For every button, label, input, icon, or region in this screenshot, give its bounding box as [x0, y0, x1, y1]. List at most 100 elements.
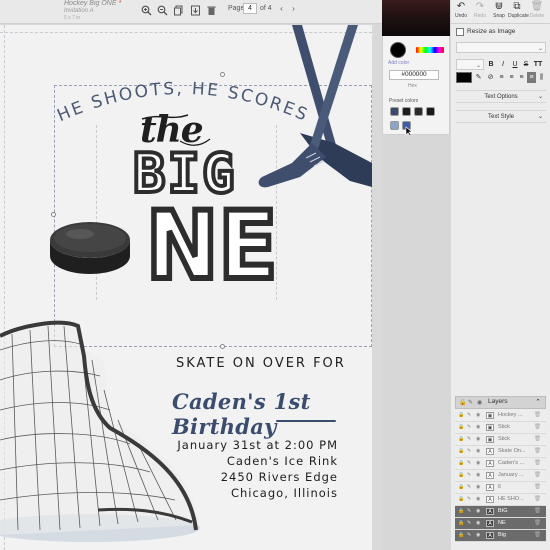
edit-icon[interactable]: ✎: [467, 412, 471, 419]
trash-icon[interactable]: 🗑: [534, 532, 541, 539]
add-color-link[interactable]: Add color: [388, 60, 409, 66]
edit-icon[interactable]: ✎: [467, 472, 471, 479]
text-color-swatch[interactable]: [456, 72, 472, 83]
eye-icon[interactable]: ◉: [476, 424, 480, 431]
layer-row[interactable]: 🔒 ✎ ◉ A 6 🗑: [455, 482, 546, 494]
trash-icon[interactable]: 🗑: [534, 520, 541, 527]
eyedropper-icon[interactable]: ✎: [474, 72, 483, 83]
invitation-card[interactable]: HE SHOOTS, HE SCORES the BIG NE SKATE ON…: [0, 25, 372, 550]
snap-button[interactable]: ⋓ Snap: [490, 2, 508, 20]
layer-row[interactable]: 🔒 ✎ ◉ ▣ Stick 🗑: [455, 434, 546, 446]
preset-swatch[interactable]: [414, 107, 423, 116]
color-gradient-field[interactable]: [382, 0, 450, 36]
preset-swatch[interactable]: [390, 107, 399, 116]
eye-icon[interactable]: ◉: [476, 460, 480, 467]
eye-icon[interactable]: ◉: [476, 508, 480, 515]
trash-icon[interactable]: 🗑: [534, 508, 541, 515]
vertical-align-icon[interactable]: ⫼: [537, 72, 546, 83]
one-heading[interactable]: NE: [143, 194, 280, 300]
lock-icon[interactable]: 🔒: [458, 496, 464, 503]
layer-row[interactable]: 🔒 ✎ ◉ A HE SHO... 🗑: [455, 494, 546, 506]
eye-icon[interactable]: ◉: [476, 436, 480, 443]
text-style-toggle[interactable]: Text Style ⌄: [456, 110, 546, 123]
layer-row[interactable]: 🔒 ✎ ◉ ▣ Hockey ... 🗑: [455, 410, 546, 422]
preset-swatch[interactable]: [402, 107, 411, 116]
layer-row[interactable]: 🔒 ✎ ◉ A January ... 🗑: [455, 470, 546, 482]
eye-icon[interactable]: ◉: [476, 532, 480, 539]
redo-button[interactable]: ↷ Redo: [471, 2, 489, 20]
edit-icon[interactable]: ✎: [467, 496, 471, 503]
preset-swatch[interactable]: [426, 107, 435, 116]
delete-button[interactable]: 🗑 Delete: [528, 2, 546, 20]
bold-button[interactable]: B: [486, 59, 496, 70]
trash-icon[interactable]: 🗑: [534, 412, 541, 419]
resize-handle-bottom[interactable]: [220, 344, 225, 349]
trash-icon[interactable]: 🗑: [534, 484, 541, 491]
lock-icon[interactable]: 🔒: [458, 520, 464, 527]
birthday-name-text[interactable]: Caden's 1st Birthday: [172, 389, 372, 439]
layer-row[interactable]: 🔒 ✎ ◉ A Big 🗑: [455, 530, 546, 542]
underline-button[interactable]: U: [510, 59, 520, 70]
edit-icon[interactable]: ✎: [467, 424, 471, 431]
eye-icon[interactable]: ◉: [476, 520, 480, 527]
trash-icon[interactable]: 🗑: [534, 496, 541, 503]
layer-row[interactable]: 🔒 ✎ ◉ ▣ Stick 🗑: [455, 422, 546, 434]
italic-button[interactable]: I: [498, 59, 508, 70]
edit-icon[interactable]: ✎: [467, 520, 471, 527]
uppercase-button[interactable]: TT: [533, 59, 543, 70]
edit-icon[interactable]: ✎: [467, 508, 471, 515]
trash-icon[interactable]: 🗑: [534, 472, 541, 479]
align-right-icon[interactable]: ≡: [517, 72, 526, 83]
lock-icon[interactable]: 🔒: [458, 532, 464, 539]
prev-page-icon[interactable]: ‹: [276, 3, 287, 14]
chevron-up-icon[interactable]: ⌃: [535, 398, 541, 406]
edit-icon[interactable]: ✎: [467, 532, 471, 539]
lock-icon[interactable]: 🔒: [458, 436, 464, 443]
edit-icon[interactable]: ✎: [467, 448, 471, 455]
edit-icon[interactable]: ✎: [467, 484, 471, 491]
page-number-input[interactable]: 4: [243, 3, 257, 14]
zoom-out-icon[interactable]: [157, 5, 168, 16]
hex-input[interactable]: #000000: [389, 70, 439, 80]
trash-icon[interactable]: 🗑: [534, 424, 541, 431]
eye-icon[interactable]: ◉: [476, 484, 480, 491]
copy-icon[interactable]: [173, 5, 184, 16]
layer-row[interactable]: 🔒 ✎ ◉ A Skate On... 🗑: [455, 446, 546, 458]
layer-row[interactable]: 🔒 ✎ ◉ A BIG 🗑: [455, 506, 546, 518]
preset-swatch[interactable]: [390, 121, 399, 130]
align-center-icon[interactable]: ≡: [507, 72, 516, 83]
trash-icon[interactable]: 🗑: [534, 436, 541, 443]
text-options-toggle[interactable]: Text Options ⌄: [456, 90, 546, 103]
lock-icon[interactable]: 🔒: [458, 424, 464, 431]
lock-icon[interactable]: 🔒: [458, 508, 464, 515]
hue-slider[interactable]: [416, 47, 444, 53]
eye-icon[interactable]: ◉: [476, 412, 480, 419]
download-icon[interactable]: [190, 5, 201, 16]
eye-icon[interactable]: ◉: [476, 496, 480, 503]
eye-icon[interactable]: ◉: [476, 448, 480, 455]
resize-as-image-checkbox[interactable]: [456, 28, 464, 36]
font-size-select[interactable]: ⌄: [456, 59, 484, 70]
undo-button[interactable]: ↶ Undo: [452, 2, 470, 20]
zoom-in-icon[interactable]: [141, 5, 152, 16]
lock-icon[interactable]: 🔒: [458, 460, 464, 467]
font-family-select[interactable]: ⌄: [456, 42, 546, 53]
delete-icon[interactable]: [206, 5, 217, 16]
no-color-icon[interactable]: ⊘: [486, 72, 495, 83]
trash-icon[interactable]: 🗑: [534, 448, 541, 455]
align-left-icon[interactable]: ≡: [497, 72, 506, 83]
lock-icon[interactable]: 🔒: [458, 484, 464, 491]
duplicate-button[interactable]: ⧉ Duplicate: [508, 2, 529, 20]
strikethrough-button[interactable]: S: [521, 59, 531, 70]
next-page-icon[interactable]: ›: [288, 3, 299, 14]
lock-icon[interactable]: 🔒: [458, 412, 464, 419]
lock-icon[interactable]: 🔒: [458, 472, 464, 479]
visibility-all-icon[interactable]: ◉: [477, 399, 482, 406]
layer-row[interactable]: 🔒 ✎ ◉ A NE 🗑: [455, 518, 546, 530]
skate-on-over-text[interactable]: SKATE ON OVER FOR: [176, 356, 346, 371]
trash-icon[interactable]: 🗑: [534, 460, 541, 467]
event-details[interactable]: January 31st at 2:00 PM Caden's Ice Rink…: [177, 437, 338, 501]
lock-icon[interactable]: 🔒: [458, 448, 464, 455]
hockey-puck-illustration[interactable]: [46, 212, 136, 282]
layer-row[interactable]: 🔒 ✎ ◉ A Caden's ... 🗑: [455, 458, 546, 470]
